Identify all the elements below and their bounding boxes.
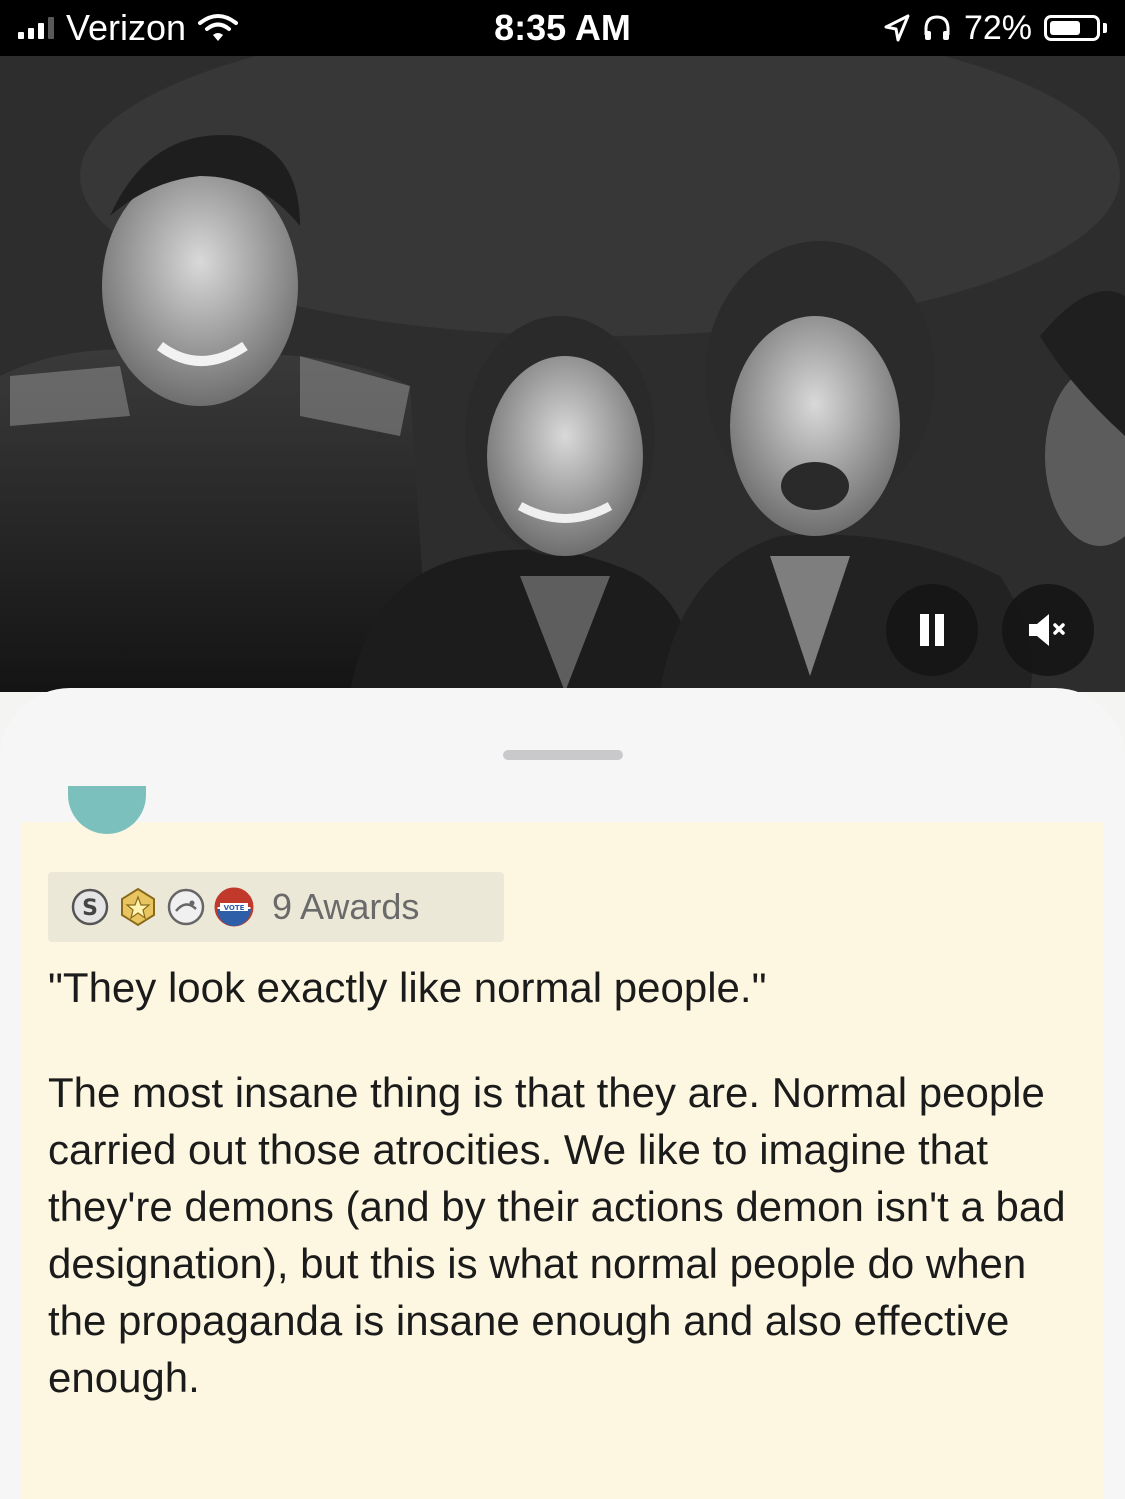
awards-count: 9 Awards [272, 886, 420, 927]
headphones-icon [924, 15, 950, 40]
video-player[interactable] [0, 56, 1125, 692]
face-award-icon [166, 887, 206, 927]
vote-award-icon: VOTE [214, 887, 254, 927]
mute-icon [1029, 614, 1065, 646]
comment-quote: "They look exactly like normal people." [48, 964, 767, 1011]
comment-body: The most insane thing is that they are. … [48, 1069, 1066, 1401]
status-right: 72% [884, 6, 1107, 50]
status-bar: Verizon 8:35 AM 72% [0, 0, 1125, 56]
pause-icon [920, 614, 944, 646]
bottom-sheet[interactable]: S VOTE 9 Awards "They look exactly like … [0, 688, 1125, 1499]
avatar[interactable] [68, 786, 146, 834]
battery-percent: 72% [963, 9, 1032, 47]
mute-button[interactable] [1002, 584, 1094, 676]
comment-card: S VOTE 9 Awards "They look exactly like … [22, 786, 1103, 1499]
sheet-drag-handle[interactable] [503, 750, 623, 760]
pause-button[interactable] [886, 584, 978, 676]
battery-icon [1044, 15, 1100, 41]
silver-award-icon: S [70, 887, 110, 927]
svg-text:VOTE: VOTE [224, 904, 245, 912]
svg-text:S: S [82, 896, 98, 921]
battery-tip [1103, 23, 1107, 33]
awards-bar[interactable]: S VOTE 9 Awards [48, 872, 504, 942]
location-icon [884, 14, 910, 42]
gold-star-award-icon [118, 887, 158, 927]
